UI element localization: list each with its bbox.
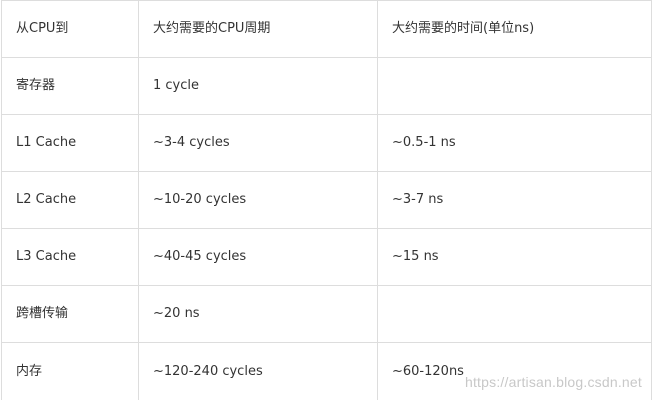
table-cell: ~60-120ns: [377, 342, 652, 400]
table-cell: ~20 ns: [138, 285, 378, 343]
table-cell: ~10-20 cycles: [138, 171, 378, 229]
table-header-row: 从CPU到 大约需要的CPU周期 大约需要的时间(单位ns): [1, 0, 652, 58]
table-cell: 1 cycle: [138, 57, 378, 115]
table-row: 跨槽传输 ~20 ns: [1, 285, 652, 343]
table-cell: ~3-4 cycles: [138, 114, 378, 172]
table-cell: ~120-240 cycles: [138, 342, 378, 400]
table-cell: L3 Cache: [1, 228, 139, 286]
table-cell: ~40-45 cycles: [138, 228, 378, 286]
table-cell: 内存: [1, 342, 139, 400]
table-cell: 跨槽传输: [1, 285, 139, 343]
header-cell-from-cpu-to: 从CPU到: [1, 0, 139, 58]
table-cell: 寄存器: [1, 57, 139, 115]
table-row: 内存 ~120-240 cycles ~60-120ns: [1, 342, 652, 400]
table-cell: ~3-7 ns: [377, 171, 652, 229]
table-cell: ~0.5-1 ns: [377, 114, 652, 172]
table-row: L3 Cache ~40-45 cycles ~15 ns: [1, 228, 652, 286]
watermark-text: https://artisan.blog.csdn.net: [464, 374, 642, 390]
table-row: 寄存器 1 cycle: [1, 57, 652, 115]
header-cell-time-ns: 大约需要的时间(单位ns): [377, 0, 652, 58]
table-cell: [377, 285, 652, 343]
cpu-latency-table: 从CPU到 大约需要的CPU周期 大约需要的时间(单位ns) 寄存器 1 cyc…: [1, 0, 652, 400]
table-row: L1 Cache ~3-4 cycles ~0.5-1 ns: [1, 114, 652, 172]
table-cell: L2 Cache: [1, 171, 139, 229]
table-cell: [377, 57, 652, 115]
header-cell-cpu-cycles: 大约需要的CPU周期: [138, 0, 378, 58]
table-cell: L1 Cache: [1, 114, 139, 172]
table-cell: ~15 ns: [377, 228, 652, 286]
table-row: L2 Cache ~10-20 cycles ~3-7 ns: [1, 171, 652, 229]
